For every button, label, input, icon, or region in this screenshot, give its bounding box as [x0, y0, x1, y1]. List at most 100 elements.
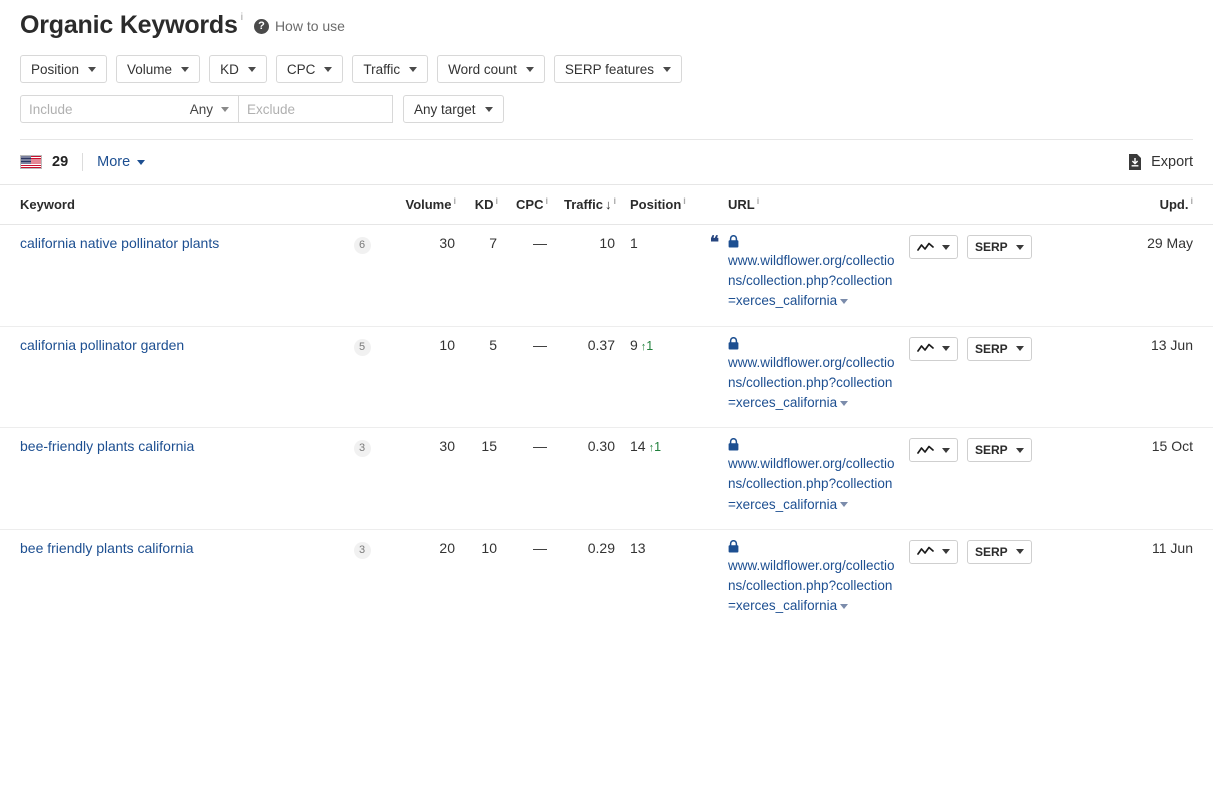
- serp-button[interactable]: SERP: [967, 235, 1032, 259]
- how-to-use-link[interactable]: ? How to use: [254, 18, 345, 34]
- chevron-down-icon: [409, 67, 417, 72]
- url-link[interactable]: www.wildflower.org/collections/collectio…: [728, 253, 895, 308]
- url-link[interactable]: www.wildflower.org/collections/collectio…: [728, 355, 895, 410]
- keyword-count: 29: [52, 154, 68, 170]
- chevron-down-icon[interactable]: [840, 604, 848, 609]
- cell-updated: 13 Jun: [1059, 326, 1213, 428]
- filter-serp-features-button[interactable]: SERP features: [554, 55, 682, 83]
- column-header-volume[interactable]: Volumei: [384, 185, 456, 225]
- serp-button[interactable]: SERP: [967, 337, 1032, 361]
- filter-word-count-button[interactable]: Word count: [437, 55, 545, 83]
- cell-serp-feature: ❝: [681, 225, 719, 327]
- results-toolbar: 29 More Export: [0, 140, 1213, 185]
- serp-button-label: SERP: [975, 342, 1008, 356]
- filter-volume-button[interactable]: Volume: [116, 55, 200, 83]
- lock-icon: [728, 235, 739, 248]
- column-label-keyword: Keyword: [20, 197, 75, 212]
- cell-keyword: bee friendly plants california: [0, 529, 340, 630]
- toolbar-divider: [82, 153, 83, 171]
- cell-position: 13: [616, 529, 681, 630]
- page-title-info-marker[interactable]: i: [241, 12, 243, 24]
- cell-position: 14 ↑1: [616, 428, 681, 530]
- filter-kd-button[interactable]: KD: [209, 55, 267, 83]
- lock-icon: [728, 337, 739, 350]
- cell-keyword: bee-friendly plants california: [0, 428, 340, 530]
- cell-position: 9 ↑1: [616, 326, 681, 428]
- column-header-cpc[interactable]: CPCi: [498, 185, 548, 225]
- export-label: Export: [1151, 154, 1193, 170]
- cell-traffic: 0.29: [548, 529, 616, 630]
- info-marker-icon: i: [495, 197, 498, 206]
- us-flag-icon: [20, 155, 42, 169]
- filter-position-label: Position: [31, 62, 79, 77]
- lock-icon: [728, 540, 739, 553]
- include-group: Any: [20, 95, 239, 123]
- cell-kd: 7: [456, 225, 498, 327]
- cell-updated: 15 Oct: [1059, 428, 1213, 530]
- column-header-position[interactable]: Position i: [616, 185, 681, 225]
- keyword-link[interactable]: california pollinator garden: [20, 337, 184, 353]
- cell-updated: 29 May: [1059, 225, 1213, 327]
- chevron-down-icon[interactable]: [840, 299, 848, 304]
- position-value: 9: [630, 337, 638, 353]
- chevron-down-icon: [526, 67, 534, 72]
- filter-kd-label: KD: [220, 62, 239, 77]
- how-to-use-label: How to use: [275, 18, 345, 34]
- serp-button[interactable]: SERP: [967, 438, 1032, 462]
- position-chart-button[interactable]: [909, 337, 958, 361]
- serp-button[interactable]: SERP: [967, 540, 1032, 564]
- chevron-down-icon: [1016, 346, 1024, 351]
- cell-actions: SERP: [899, 529, 1059, 630]
- organic-keywords-table: Keyword Volumei KDi CPCi Traffic↓i Posit…: [0, 185, 1213, 630]
- cell-kd: 15: [456, 428, 498, 530]
- export-button[interactable]: Export: [1128, 154, 1193, 170]
- serp-button-label: SERP: [975, 545, 1008, 559]
- column-header-updated[interactable]: Upd.i: [1059, 185, 1213, 225]
- exclude-input[interactable]: [239, 96, 392, 122]
- info-marker-icon: i: [613, 197, 616, 206]
- position-chart-button[interactable]: [909, 235, 958, 259]
- word-count-badge: 3: [354, 542, 371, 559]
- include-input[interactable]: [21, 96, 186, 122]
- url-link[interactable]: www.wildflower.org/collections/collectio…: [728, 456, 895, 511]
- exclude-group: [239, 95, 393, 123]
- cell-cpc: —: [498, 428, 548, 530]
- column-label-volume: Volume: [405, 197, 451, 212]
- cell-traffic: 10: [548, 225, 616, 327]
- cell-kd: 10: [456, 529, 498, 630]
- sort-descending-icon: ↓: [605, 197, 612, 212]
- include-exclude-row: Any Any target: [20, 95, 1193, 123]
- url-link[interactable]: www.wildflower.org/collections/collectio…: [728, 558, 895, 613]
- filter-traffic-button[interactable]: Traffic: [352, 55, 428, 83]
- cell-serp-feature: [681, 326, 719, 428]
- column-label-position: Position: [630, 197, 681, 212]
- cell-updated: 11 Jun: [1059, 529, 1213, 630]
- keyword-link[interactable]: california native pollinator plants: [20, 235, 219, 251]
- question-circle-icon: ?: [254, 19, 269, 34]
- column-header-traffic[interactable]: Traffic↓i: [548, 185, 616, 225]
- more-dropdown[interactable]: More: [97, 154, 145, 170]
- filter-position-button[interactable]: Position: [20, 55, 107, 83]
- cell-actions: SERP: [899, 225, 1059, 327]
- include-mode-dropdown[interactable]: Any: [186, 102, 238, 117]
- column-label-traffic: Traffic: [564, 197, 603, 212]
- chevron-down-icon: [663, 67, 671, 72]
- column-header-kd[interactable]: KDi: [456, 185, 498, 225]
- cell-cpc: —: [498, 529, 548, 630]
- any-target-button[interactable]: Any target: [403, 95, 504, 123]
- line-chart-icon: [917, 343, 934, 354]
- position-change-value: 1: [654, 440, 661, 454]
- any-target-label: Any target: [414, 102, 476, 117]
- position-chart-button[interactable]: [909, 540, 958, 564]
- keyword-link[interactable]: bee friendly plants california: [20, 540, 194, 556]
- chevron-down-icon: [942, 549, 950, 554]
- featured-snippet-quote-icon[interactable]: ❝: [710, 233, 719, 252]
- cell-word-count: 5: [340, 326, 384, 428]
- chevron-down-icon[interactable]: [840, 401, 848, 406]
- filter-cpc-button[interactable]: CPC: [276, 55, 344, 83]
- chevron-down-icon[interactable]: [840, 502, 848, 507]
- position-chart-button[interactable]: [909, 438, 958, 462]
- column-header-keyword[interactable]: Keyword: [0, 185, 384, 225]
- keyword-link[interactable]: bee-friendly plants california: [20, 438, 194, 454]
- column-header-url[interactable]: URLi: [719, 185, 899, 225]
